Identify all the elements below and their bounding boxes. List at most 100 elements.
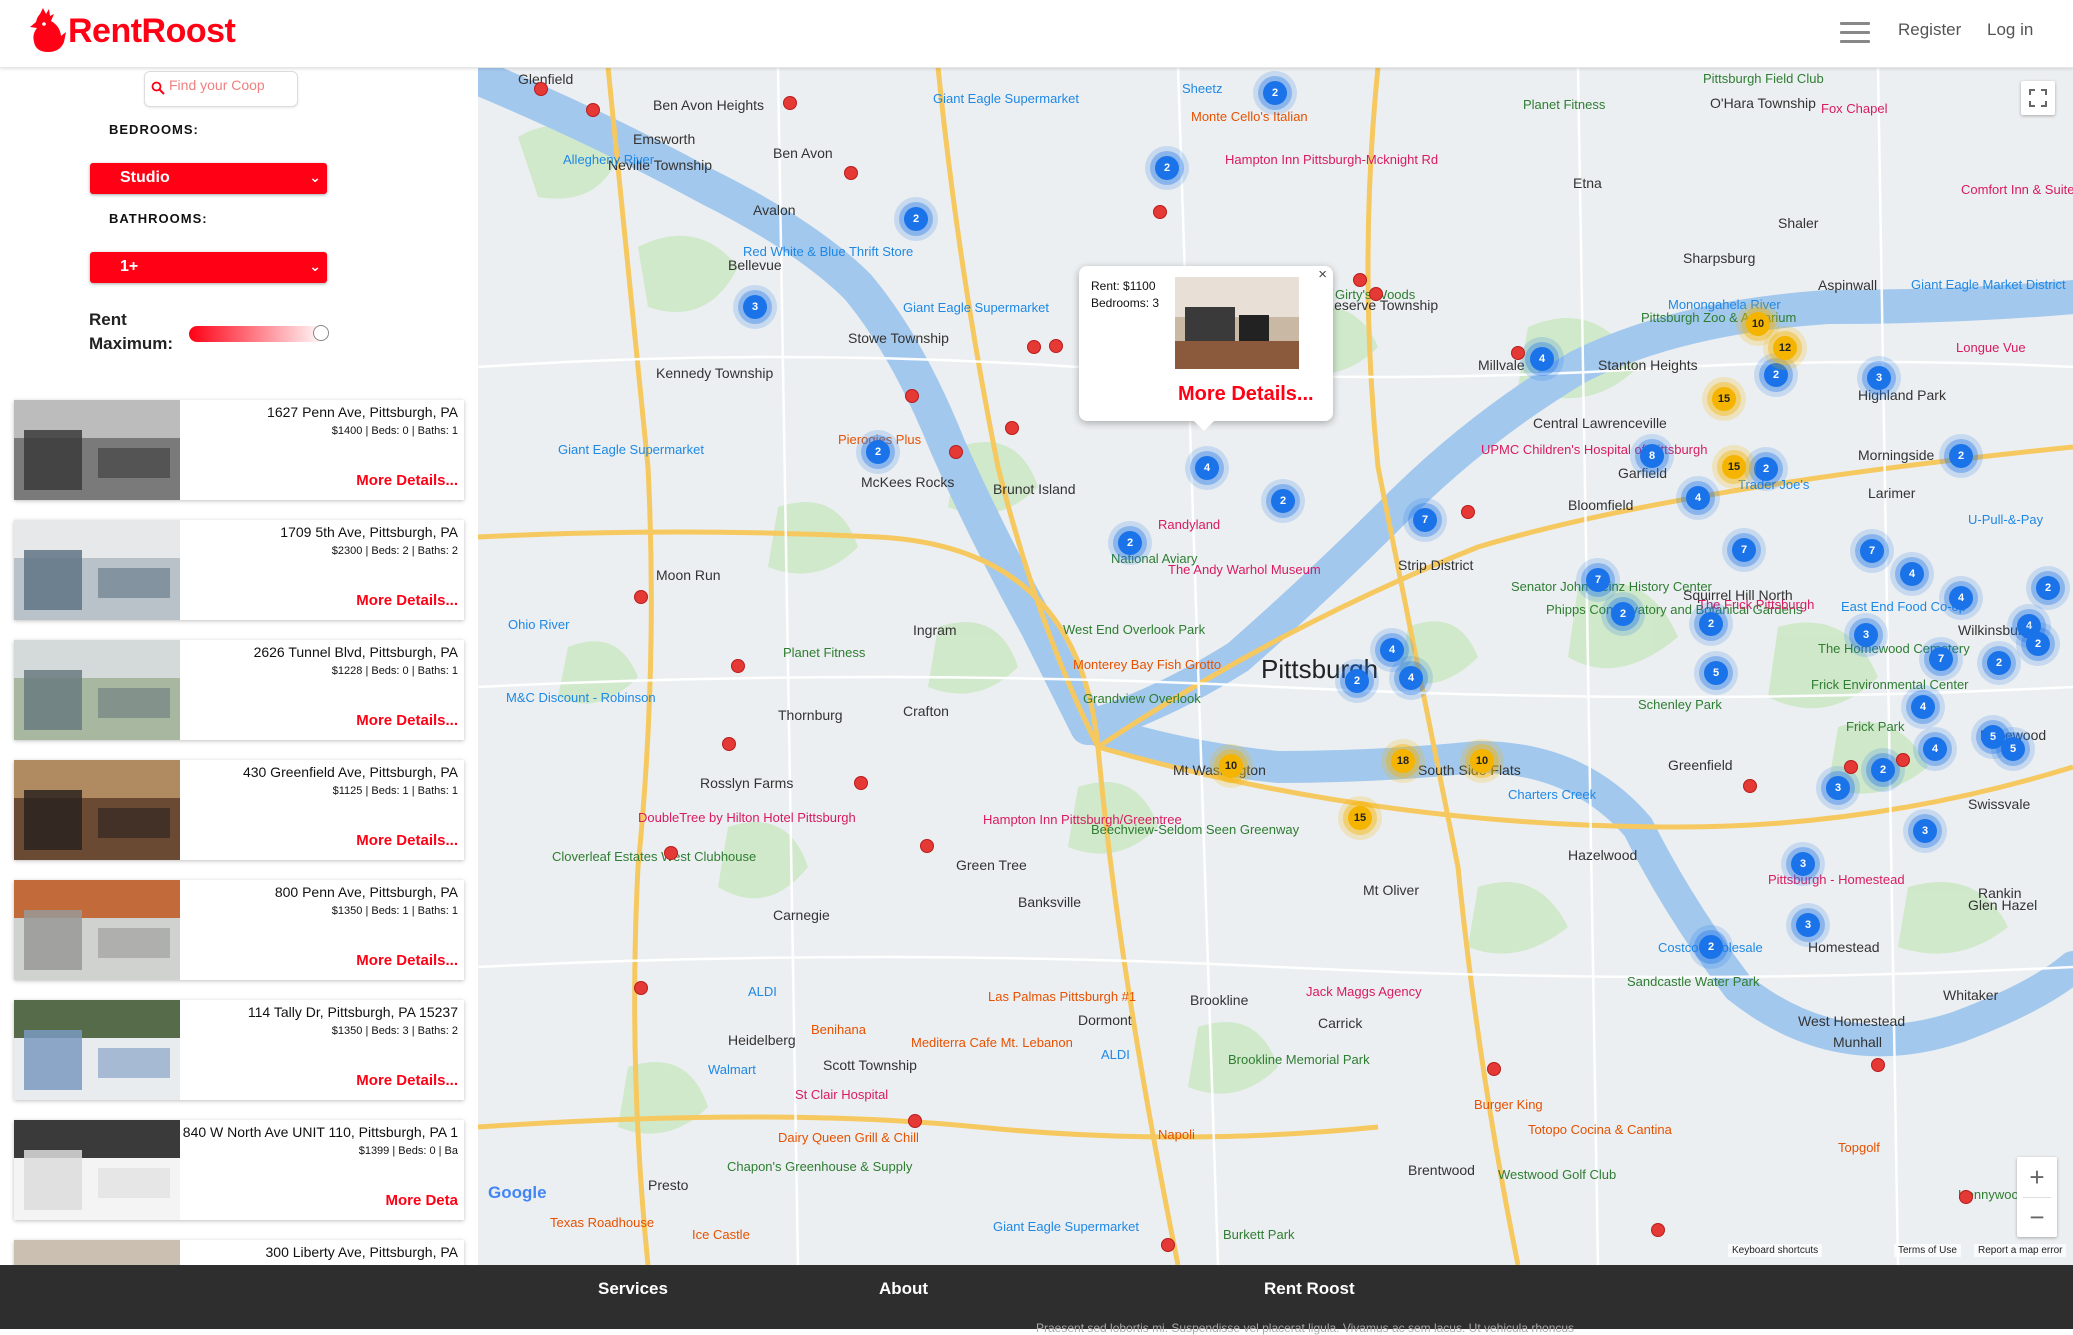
map-poi-label[interactable]: Cloverleaf Estates West Clubhouse bbox=[552, 849, 756, 864]
listing-marker[interactable] bbox=[1871, 1058, 1885, 1072]
map-poi-label[interactable]: Pittsburgh - Homestead bbox=[1768, 872, 1905, 887]
listing-marker[interactable] bbox=[586, 103, 600, 117]
listing-card[interactable]: 1627 Penn Ave, Pittsburgh, PA $1400 | Bed… bbox=[14, 400, 464, 500]
listing-cluster-marker[interactable]: 15 bbox=[1712, 387, 1736, 411]
listing-cluster-marker[interactable]: 12 bbox=[1773, 336, 1797, 360]
listing-cluster-marker[interactable]: 10 bbox=[1746, 312, 1770, 336]
map-poi-label[interactable]: Monongahela River bbox=[1668, 297, 1781, 312]
report-map-error-link[interactable]: Report a map error bbox=[1974, 1244, 2067, 1257]
map-poi-label[interactable]: Red White & Blue Thrift Store bbox=[743, 244, 913, 259]
listing-marker[interactable] bbox=[844, 166, 858, 180]
map-poi-label[interactable]: Beechview-Seldom Seen Greenway bbox=[1091, 822, 1299, 837]
map-poi-label[interactable]: Senator John Heinz History Center bbox=[1511, 579, 1712, 594]
map-poi-label[interactable]: Dairy Queen Grill & Chill bbox=[778, 1130, 919, 1145]
listing-cluster-marker[interactable]: 10 bbox=[1219, 754, 1243, 778]
map-poi-label[interactable]: Fox Chapel bbox=[1821, 101, 1887, 116]
map-poi-label[interactable]: Jack Maggs Agency bbox=[1306, 984, 1422, 999]
listing-marker[interactable] bbox=[1005, 421, 1019, 435]
listing-cluster-marker[interactable]: 2 bbox=[1345, 669, 1369, 693]
listing-cluster-marker[interactable]: 8 bbox=[1640, 444, 1664, 468]
listing-marker[interactable] bbox=[1844, 760, 1858, 774]
map-poi-label[interactable]: St Clair Hospital bbox=[795, 1087, 888, 1102]
map-poi-label[interactable]: Texas Roadhouse bbox=[550, 1215, 654, 1230]
listing-cluster-marker[interactable]: 3 bbox=[1826, 776, 1850, 800]
listing-cluster-marker[interactable]: 3 bbox=[1796, 913, 1820, 937]
listing-cluster-marker[interactable]: 3 bbox=[1913, 819, 1937, 843]
map-poi-label[interactable]: Burkett Park bbox=[1223, 1227, 1295, 1242]
map-poi-label[interactable]: Sandcastle Water Park bbox=[1627, 974, 1759, 989]
more-details-link[interactable]: More Details... bbox=[356, 832, 458, 849]
listing-cluster-marker[interactable]: 4 bbox=[1530, 347, 1554, 371]
map-poi-label[interactable]: West End Overlook Park bbox=[1063, 622, 1205, 637]
listing-cluster-marker[interactable]: 4 bbox=[1195, 456, 1219, 480]
listing-cluster-marker[interactable]: 7 bbox=[1413, 508, 1437, 532]
listing-cluster-marker[interactable]: 2 bbox=[1699, 935, 1723, 959]
listing-marker[interactable] bbox=[1896, 753, 1910, 767]
map-poi-label[interactable]: Giant Eagle Market District bbox=[1911, 277, 2066, 292]
listing-card[interactable]: 300 Liberty Ave, Pittsburgh, PA bbox=[14, 1240, 464, 1265]
map-poi-label[interactable]: Pittsburgh Zoo & Aquarium bbox=[1641, 310, 1796, 325]
listing-marker[interactable] bbox=[1353, 273, 1367, 287]
listing-marker[interactable] bbox=[731, 659, 745, 673]
map-poi-label[interactable]: Frick Park bbox=[1846, 719, 1905, 734]
listing-cluster-marker[interactable]: 2 bbox=[1155, 156, 1179, 180]
map-poi-label[interactable]: Benihana bbox=[811, 1022, 866, 1037]
map-poi-label[interactable]: East End Food Co-op bbox=[1841, 599, 1966, 614]
map-poi-label[interactable]: Sheetz bbox=[1182, 81, 1222, 96]
more-details-link[interactable]: More Details... bbox=[356, 952, 458, 969]
map-poi-label[interactable]: Charters Creek bbox=[1508, 787, 1596, 802]
listing-marker[interactable] bbox=[634, 590, 648, 604]
map-poi-label[interactable]: Planet Fitness bbox=[783, 645, 865, 660]
listing-cluster-marker[interactable]: 4 bbox=[1923, 737, 1947, 761]
listing-marker[interactable] bbox=[949, 445, 963, 459]
map-poi-label[interactable]: The Andy Warhol Museum bbox=[1168, 562, 1321, 577]
menu-icon[interactable] bbox=[1840, 22, 1870, 44]
keyboard-shortcuts-link[interactable]: Keyboard shortcuts bbox=[1728, 1244, 1823, 1257]
map-poi-label[interactable]: Giant Eagle Supermarket bbox=[993, 1219, 1139, 1234]
listing-cluster-marker[interactable]: 2 bbox=[1754, 457, 1778, 481]
map-poi-label[interactable]: Ice Castle bbox=[692, 1227, 750, 1242]
map-poi-label[interactable]: Monterey Bay Fish Grotto bbox=[1073, 657, 1221, 672]
fullscreen-button[interactable] bbox=[2021, 81, 2055, 115]
listing-cluster-marker[interactable]: 18 bbox=[1391, 749, 1415, 773]
map-poi-label[interactable]: Pittsburgh Field Club bbox=[1703, 71, 1824, 86]
listing-cluster-marker[interactable]: 3 bbox=[1791, 852, 1815, 876]
listing-marker[interactable] bbox=[783, 96, 797, 110]
listing-marker[interactable] bbox=[920, 839, 934, 853]
listing-cluster-marker[interactable]: 10 bbox=[1470, 749, 1494, 773]
popup-more-details-link[interactable]: More Details... bbox=[1178, 383, 1314, 406]
map-poi-label[interactable]: Chapon's Greenhouse & Supply bbox=[727, 1159, 912, 1174]
listing-cluster-marker[interactable]: 7 bbox=[1860, 539, 1884, 563]
map-poi-label[interactable]: Napoli bbox=[1158, 1127, 1195, 1142]
map-poi-label[interactable]: Hampton Inn Pittsburgh-Mcknight Rd bbox=[1225, 152, 1438, 167]
listing-card[interactable]: 430 Greenfield Ave, Pittsburgh, PA $1125 … bbox=[14, 760, 464, 860]
map-poi-label[interactable]: ALDI bbox=[1101, 1047, 1130, 1062]
listing-marker[interactable] bbox=[664, 846, 678, 860]
zoom-in-button[interactable]: + bbox=[2017, 1157, 2057, 1197]
map-poi-label[interactable]: M&C Discount - Robinson bbox=[506, 690, 656, 705]
register-link[interactable]: Register bbox=[1898, 20, 1961, 40]
listing-marker[interactable] bbox=[1161, 1238, 1175, 1252]
map-poi-label[interactable]: Monte Cello's Italian bbox=[1191, 109, 1308, 124]
listing-cluster-marker[interactable]: 2 bbox=[1271, 489, 1295, 513]
listing-marker[interactable] bbox=[1743, 779, 1757, 793]
map-poi-label[interactable]: Comfort Inn & Suites bbox=[1961, 182, 2073, 197]
search-input[interactable] bbox=[167, 76, 295, 94]
map-poi-label[interactable]: U-Pull-&-Pay bbox=[1968, 512, 2043, 527]
listing-cluster-marker[interactable]: 4 bbox=[1399, 666, 1423, 690]
map-poi-label[interactable]: Grandview Overlook bbox=[1083, 691, 1201, 706]
map-poi-label[interactable]: Schenley Park bbox=[1638, 697, 1722, 712]
map-poi-label[interactable]: Longue Vue bbox=[1956, 340, 2026, 355]
bedrooms-select[interactable]: Studio ⌄ bbox=[90, 163, 327, 194]
listing-card[interactable]: 800 Penn Ave, Pittsburgh, PA $1350 | Beds… bbox=[14, 880, 464, 980]
listing-cluster-marker[interactable]: 5 bbox=[1704, 661, 1728, 685]
listing-cluster-marker[interactable]: 2 bbox=[1949, 444, 1973, 468]
listing-cluster-marker[interactable]: 7 bbox=[1586, 568, 1610, 592]
listing-card[interactable]: 840 W North Ave UNIT 110, Pittsburgh, PA… bbox=[14, 1120, 464, 1220]
listing-cluster-marker[interactable]: 3 bbox=[1854, 623, 1878, 647]
map-poi-label[interactable]: Las Palmas Pittsburgh #1 bbox=[988, 989, 1136, 1004]
listing-cluster-marker[interactable]: 2 bbox=[2026, 632, 2050, 656]
slider-thumb[interactable] bbox=[313, 325, 329, 341]
listing-cluster-marker[interactable]: 2 bbox=[1263, 81, 1287, 105]
listing-cluster-marker[interactable]: 4 bbox=[1380, 638, 1404, 662]
